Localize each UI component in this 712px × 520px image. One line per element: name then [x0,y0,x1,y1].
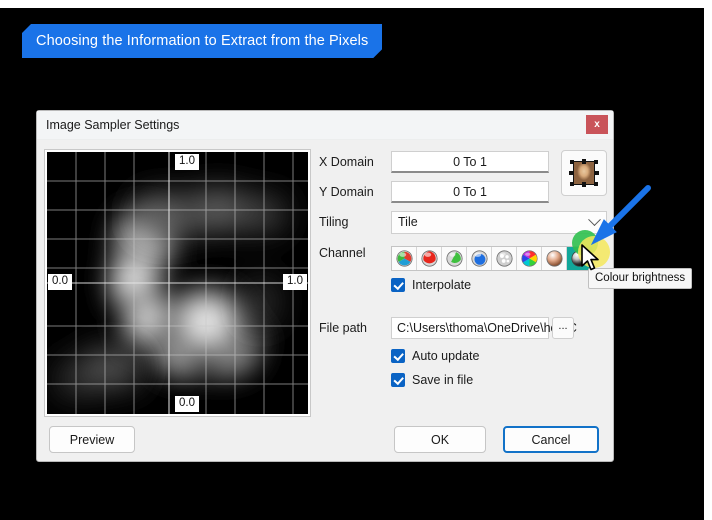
page-top-band [0,0,712,8]
auto-update-label: Auto update [412,349,480,363]
resize-handle-right [594,171,599,175]
resize-handle-top [582,159,586,164]
image-preview-canvas[interactable]: 1.0 0.0 1.0 0.0 [47,152,308,414]
file-path-input[interactable]: C:\Users\thoma\OneDrive\hop\C [391,317,577,339]
dialog-title: Image Sampler Settings [46,118,180,132]
channel-button-strip [391,246,593,271]
mouse-cursor-icon [581,244,599,271]
browse-file-button[interactable]: ... [552,317,574,339]
settings-form: X Domain 0 To 1 Y Domain 0 To 1 Tiling T… [319,150,607,387]
y-domain-label: Y Domain [319,185,374,199]
save-in-file-checkbox[interactable] [391,373,405,387]
interpolate-checkbox[interactable] [391,278,405,292]
blue-channel-icon[interactable] [467,247,492,270]
dialog-body: 1.0 0.0 1.0 0.0 X Domain 0 To 1 Y Domain… [37,140,613,462]
screenshot-root: Choosing the Information to Extract from… [0,0,712,520]
save-in-file-label: Save in file [412,373,474,387]
x-domain-input[interactable]: 0 To 1 [391,151,549,173]
page-right-band [704,0,712,520]
tiling-label: Tiling [319,215,349,229]
interpolate-row: Interpolate [391,278,607,292]
file-path-row: File path C:\Users\thoma\OneDrive\hop\C … [319,316,607,340]
y-domain-input[interactable]: 0 To 1 [391,181,549,203]
image-preview-panel[interactable]: 1.0 0.0 1.0 0.0 [44,149,311,417]
tiling-row: Tiling Tile [319,210,607,234]
alpha-channel-icon[interactable] [492,247,517,270]
resize-handle-bottom-left [570,182,574,186]
file-path-label: File path [319,321,367,335]
annotation-banner: Choosing the Information to Extract from… [22,24,382,58]
sampled-image-render [47,152,308,414]
channel-label: Channel [319,246,366,260]
saturation-channel-icon[interactable] [542,247,567,270]
tiling-value: Tile [398,215,418,229]
image-sampler-settings-dialog: Image Sampler Settings x 1.0 0.0 1.0 0.0… [36,110,614,462]
tiling-select[interactable]: Tile [391,210,607,234]
preview-label-right: 1.0 [283,274,307,290]
save-in-file-row: Save in file [391,373,607,387]
x-domain-label: X Domain [319,155,374,169]
annotation-banner-text: Choosing the Information to Extract from… [36,33,369,49]
resize-handle-top-right [594,160,598,164]
channel-row: Channel [319,246,607,271]
annotation-arrow-icon [590,185,651,246]
interpolate-label: Interpolate [412,278,472,292]
dialog-footer: Preview OK Cancel [37,426,613,454]
auto-update-checkbox[interactable] [391,349,405,363]
resize-handle-top-left [570,160,574,164]
close-icon[interactable]: x [586,115,608,134]
resize-handle-left [569,171,574,175]
rgb-channel-icon[interactable] [392,247,417,270]
auto-update-row: Auto update [391,349,607,363]
green-channel-icon[interactable] [442,247,467,270]
preview-label-top: 1.0 [175,154,199,170]
dialog-titlebar: Image Sampler Settings x [37,111,613,140]
cancel-button[interactable]: Cancel [503,426,599,453]
red-channel-icon[interactable] [417,247,442,270]
hue-channel-icon[interactable] [517,247,542,270]
preview-label-bottom: 0.0 [175,396,199,412]
ok-button[interactable]: OK [394,426,486,453]
preview-button[interactable]: Preview [49,426,135,453]
preview-label-left: 0.0 [48,274,72,290]
